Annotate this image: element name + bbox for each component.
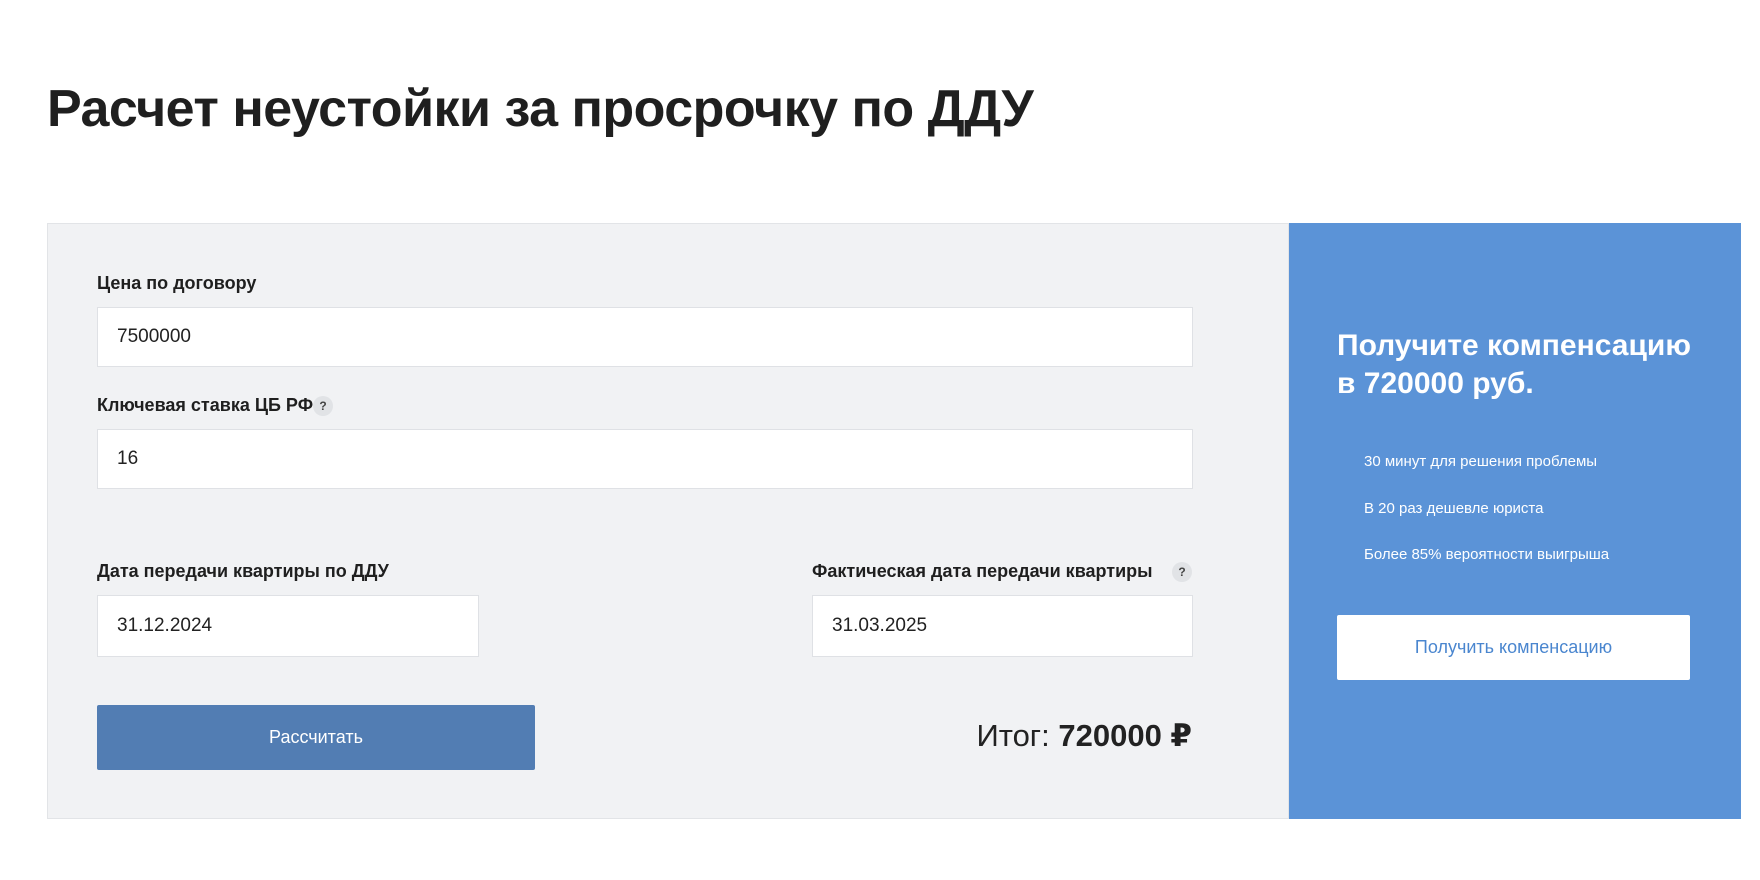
actual-date-label: Фактическая дата передачи квартиры (812, 561, 1153, 581)
price-label: Цена по договору (97, 273, 257, 293)
total-label: Итог: (976, 718, 1050, 753)
price-input[interactable] (97, 307, 1193, 367)
actual-date-help-icon[interactable]: ? (1172, 562, 1192, 582)
rate-input[interactable] (97, 429, 1193, 489)
benefits-list: 30 минут для решения проблемы В 20 раз д… (1364, 450, 1609, 590)
total-value: 720000 ₽ (1058, 718, 1192, 753)
get-compensation-button[interactable]: Получить компенсацию (1337, 615, 1690, 680)
planned-date-input[interactable] (97, 595, 479, 657)
promo-title: Получите компенсацию в 720000 руб. (1337, 329, 1691, 400)
rate-help-icon[interactable]: ? (313, 396, 333, 416)
benefit-item: В 20 раз дешевле юриста (1364, 499, 1544, 517)
planned-date-label: Дата передачи квартиры по ДДУ (97, 561, 389, 581)
benefit-item: Более 85% вероятности выигрыша (1364, 546, 1610, 563)
actual-date-input[interactable] (812, 595, 1193, 657)
total-result: Итог: 720000 ₽ (976, 714, 1192, 758)
page-title: Расчет неустойки за просрочку по ДДУ (47, 80, 1034, 138)
calculate-button[interactable]: Рассчитать (97, 705, 535, 770)
benefit-item: 30 минут для решения проблемы (1364, 453, 1598, 470)
rate-label: Ключевая ставка ЦБ РФ (97, 395, 314, 415)
